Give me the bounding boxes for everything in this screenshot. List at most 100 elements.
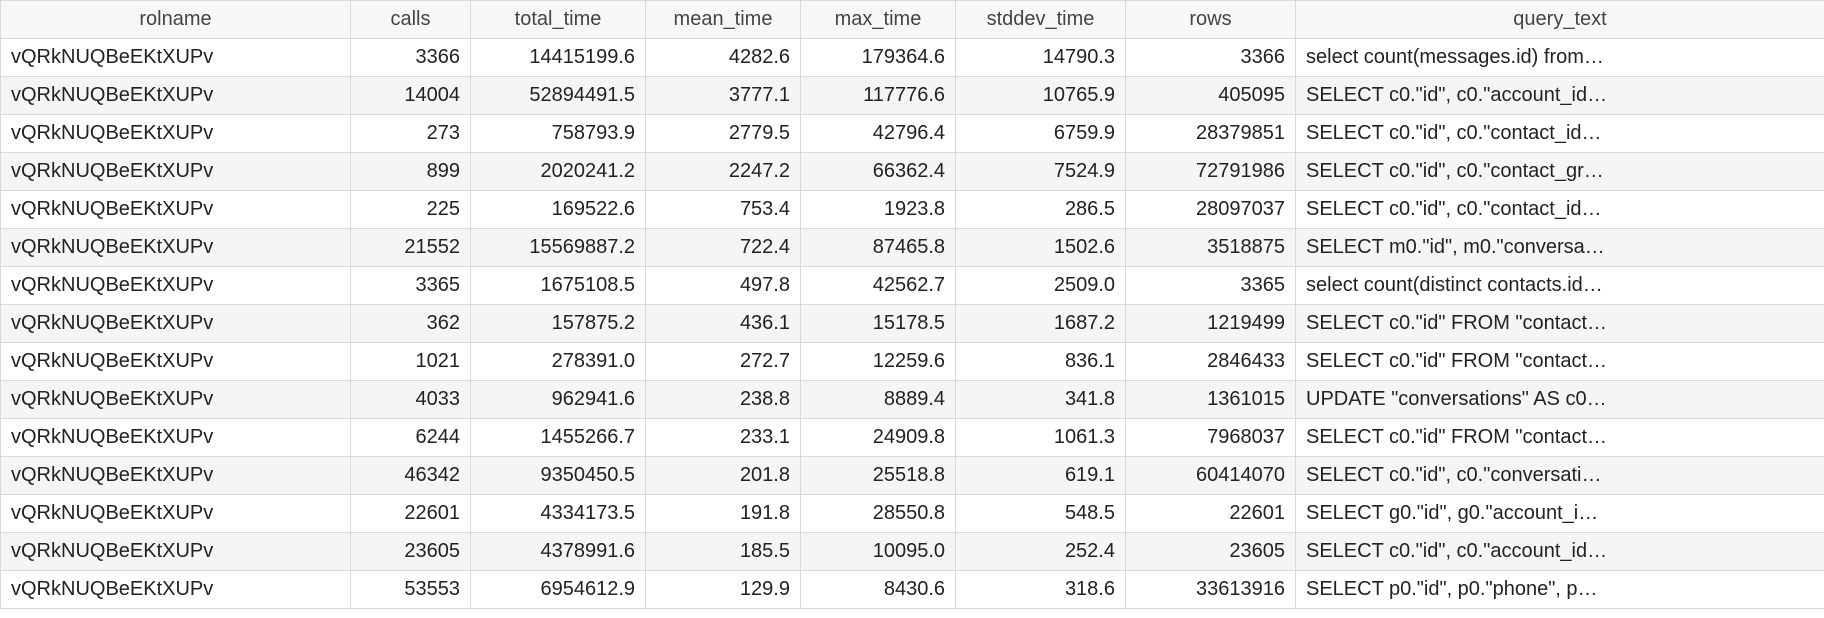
cell-rolname: vQRkNUQBeEKtXUPv: [1, 533, 351, 571]
table-row[interactable]: vQRkNUQBeEKtXUPv8992020241.22247.266362.…: [1, 153, 1824, 191]
cell-max_time: 179364.6: [801, 39, 956, 77]
cell-rolname: vQRkNUQBeEKtXUPv: [1, 457, 351, 495]
col-header-stddev_time[interactable]: stddev_time: [956, 1, 1126, 39]
cell-stddev_time: 6759.9: [956, 115, 1126, 153]
cell-calls: 362: [351, 305, 471, 343]
cell-stddev_time: 286.5: [956, 191, 1126, 229]
cell-query_text: select count(distinct contacts.id…: [1296, 267, 1824, 305]
cell-stddev_time: 10765.9: [956, 77, 1126, 115]
cell-stddev_time: 7524.9: [956, 153, 1126, 191]
cell-mean_time: 129.9: [646, 571, 801, 609]
cell-mean_time: 191.8: [646, 495, 801, 533]
cell-calls: 225: [351, 191, 471, 229]
cell-rolname: vQRkNUQBeEKtXUPv: [1, 419, 351, 457]
col-header-mean_time[interactable]: mean_time: [646, 1, 801, 39]
cell-max_time: 8430.6: [801, 571, 956, 609]
cell-rolname: vQRkNUQBeEKtXUPv: [1, 495, 351, 533]
cell-query_text: select count(messages.id) from…: [1296, 39, 1824, 77]
cell-rows: 3518875: [1126, 229, 1296, 267]
cell-mean_time: 2779.5: [646, 115, 801, 153]
cell-calls: 899: [351, 153, 471, 191]
cell-max_time: 12259.6: [801, 343, 956, 381]
cell-rolname: vQRkNUQBeEKtXUPv: [1, 115, 351, 153]
table-row[interactable]: vQRkNUQBeEKtXUPv362157875.2436.115178.51…: [1, 305, 1824, 343]
cell-rolname: vQRkNUQBeEKtXUPv: [1, 39, 351, 77]
cell-stddev_time: 341.8: [956, 381, 1126, 419]
cell-stddev_time: 1502.6: [956, 229, 1126, 267]
table-row[interactable]: vQRkNUQBeEKtXUPv273758793.92779.542796.4…: [1, 115, 1824, 153]
cell-max_time: 42796.4: [801, 115, 956, 153]
table-row[interactable]: vQRkNUQBeEKtXUPv236054378991.6185.510095…: [1, 533, 1824, 571]
cell-rolname: vQRkNUQBeEKtXUPv: [1, 343, 351, 381]
cell-rows: 3366: [1126, 39, 1296, 77]
cell-rolname: vQRkNUQBeEKtXUPv: [1, 305, 351, 343]
cell-rolname: vQRkNUQBeEKtXUPv: [1, 77, 351, 115]
cell-max_time: 24909.8: [801, 419, 956, 457]
cell-query_text: SELECT c0."id", c0."contact_gr…: [1296, 153, 1824, 191]
cell-mean_time: 238.8: [646, 381, 801, 419]
col-header-rolname[interactable]: rolname: [1, 1, 351, 39]
col-header-query_text[interactable]: query_text: [1296, 1, 1824, 39]
table-row[interactable]: vQRkNUQBeEKtXUPv62441455266.7233.124909.…: [1, 419, 1824, 457]
table-row[interactable]: vQRkNUQBeEKtXUPv336614415199.64282.61793…: [1, 39, 1824, 77]
table-row[interactable]: vQRkNUQBeEKtXUPv225169522.6753.41923.828…: [1, 191, 1824, 229]
cell-stddev_time: 619.1: [956, 457, 1126, 495]
cell-total_time: 169522.6: [471, 191, 646, 229]
cell-total_time: 52894491.5: [471, 77, 646, 115]
cell-max_time: 87465.8: [801, 229, 956, 267]
cell-calls: 53553: [351, 571, 471, 609]
cell-rolname: vQRkNUQBeEKtXUPv: [1, 229, 351, 267]
cell-mean_time: 233.1: [646, 419, 801, 457]
cell-calls: 21552: [351, 229, 471, 267]
cell-total_time: 9350450.5: [471, 457, 646, 495]
cell-rows: 23605: [1126, 533, 1296, 571]
cell-calls: 4033: [351, 381, 471, 419]
cell-calls: 23605: [351, 533, 471, 571]
cell-max_time: 1923.8: [801, 191, 956, 229]
query-stats-table: rolname calls total_time mean_time max_t…: [0, 0, 1824, 609]
cell-rows: 7968037: [1126, 419, 1296, 457]
table-row[interactable]: vQRkNUQBeEKtXUPv4033962941.6238.88889.43…: [1, 381, 1824, 419]
table-row[interactable]: vQRkNUQBeEKtXUPv1021278391.0272.712259.6…: [1, 343, 1824, 381]
cell-total_time: 4334173.5: [471, 495, 646, 533]
cell-rows: 2846433: [1126, 343, 1296, 381]
cell-query_text: SELECT p0."id", p0."phone", p…: [1296, 571, 1824, 609]
cell-calls: 1021: [351, 343, 471, 381]
col-header-rows[interactable]: rows: [1126, 1, 1296, 39]
cell-calls: 46342: [351, 457, 471, 495]
table-header-row: rolname calls total_time mean_time max_t…: [1, 1, 1824, 39]
table-row[interactable]: vQRkNUQBeEKtXUPv535536954612.9129.98430.…: [1, 571, 1824, 609]
cell-query_text: SELECT c0."id", c0."account_id…: [1296, 77, 1824, 115]
col-header-calls[interactable]: calls: [351, 1, 471, 39]
cell-rolname: vQRkNUQBeEKtXUPv: [1, 191, 351, 229]
cell-calls: 3366: [351, 39, 471, 77]
cell-rolname: vQRkNUQBeEKtXUPv: [1, 153, 351, 191]
col-header-max_time[interactable]: max_time: [801, 1, 956, 39]
cell-mean_time: 497.8: [646, 267, 801, 305]
cell-query_text: SELECT c0."id" FROM "contact…: [1296, 305, 1824, 343]
cell-query_text: SELECT c0."id", c0."contact_id…: [1296, 115, 1824, 153]
cell-mean_time: 4282.6: [646, 39, 801, 77]
table-row[interactable]: vQRkNUQBeEKtXUPv226014334173.5191.828550…: [1, 495, 1824, 533]
cell-rolname: vQRkNUQBeEKtXUPv: [1, 381, 351, 419]
cell-calls: 6244: [351, 419, 471, 457]
cell-query_text: SELECT m0."id", m0."conversa…: [1296, 229, 1824, 267]
table-row[interactable]: vQRkNUQBeEKtXUPv1400452894491.53777.1117…: [1, 77, 1824, 115]
cell-calls: 22601: [351, 495, 471, 533]
cell-max_time: 66362.4: [801, 153, 956, 191]
table-row[interactable]: vQRkNUQBeEKtXUPv2155215569887.2722.48746…: [1, 229, 1824, 267]
table-row[interactable]: vQRkNUQBeEKtXUPv33651675108.5497.842562.…: [1, 267, 1824, 305]
cell-rows: 72791986: [1126, 153, 1296, 191]
cell-total_time: 2020241.2: [471, 153, 646, 191]
table-row[interactable]: vQRkNUQBeEKtXUPv463429350450.5201.825518…: [1, 457, 1824, 495]
cell-stddev_time: 2509.0: [956, 267, 1126, 305]
cell-mean_time: 436.1: [646, 305, 801, 343]
cell-rows: 405095: [1126, 77, 1296, 115]
cell-max_time: 42562.7: [801, 267, 956, 305]
col-header-total_time[interactable]: total_time: [471, 1, 646, 39]
cell-rolname: vQRkNUQBeEKtXUPv: [1, 571, 351, 609]
cell-max_time: 15178.5: [801, 305, 956, 343]
cell-query_text: SELECT c0."id" FROM "contact…: [1296, 419, 1824, 457]
cell-query_text: SELECT c0."id", c0."conversati…: [1296, 457, 1824, 495]
cell-total_time: 278391.0: [471, 343, 646, 381]
